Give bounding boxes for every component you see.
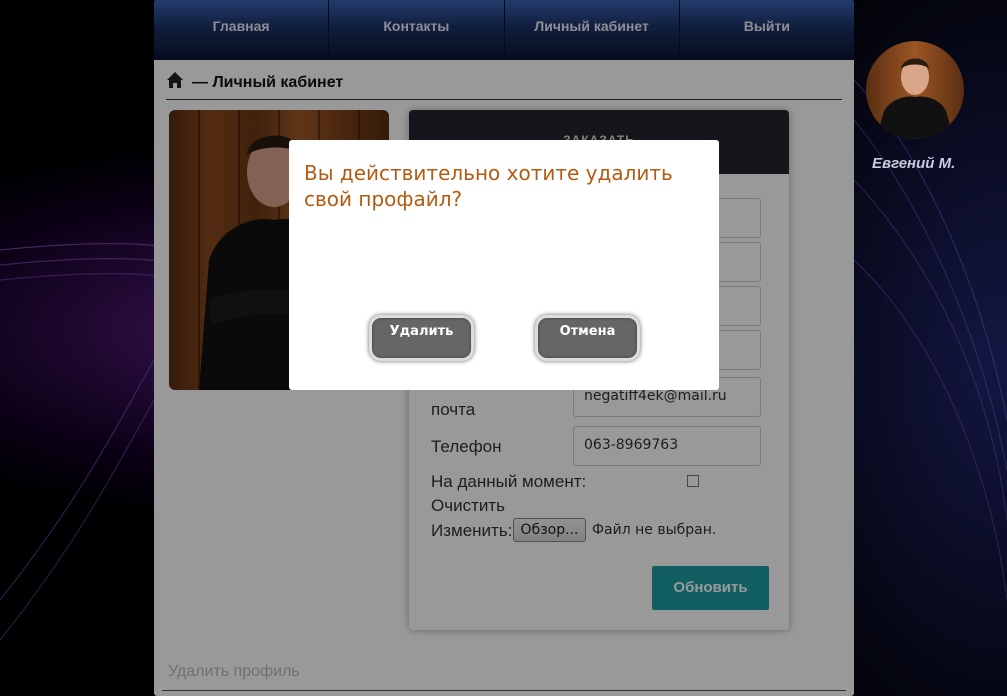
avatar-figure	[876, 58, 954, 139]
cancel-button[interactable]: Отмена	[535, 315, 640, 361]
user-name: Евгений М.	[872, 155, 956, 172]
delete-confirm-dialog: Вы действительно хотите удалить свой про…	[289, 140, 719, 390]
dialog-question: Вы действительно хотите удалить свой про…	[304, 161, 673, 211]
confirm-delete-button[interactable]: Удалить	[369, 315, 474, 361]
avatar[interactable]	[866, 41, 964, 139]
